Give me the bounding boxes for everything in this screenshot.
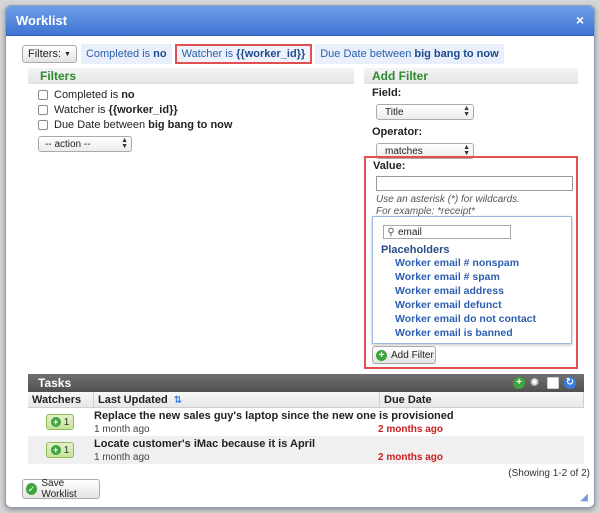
close-icon[interactable]: × bbox=[576, 12, 584, 28]
hint-line: Use an asterisk (*) for wildcards. bbox=[376, 194, 520, 205]
field-label: Field: bbox=[372, 87, 402, 99]
value-section: Value: Use an asterisk (*) for wildcards… bbox=[364, 156, 578, 369]
watch-button[interactable]: + 1 bbox=[46, 414, 74, 430]
filter-row-watcher[interactable]: Watcher is {{worker_id}} bbox=[28, 103, 354, 117]
operator-select-value: matches bbox=[385, 145, 423, 157]
dialog-titlebar: Worklist × bbox=[6, 6, 594, 36]
chip-value: big bang to now bbox=[414, 48, 499, 60]
table-row[interactable]: + 1 Locate customer's iMac because it is… bbox=[28, 436, 584, 464]
add-task-icon[interactable]: + bbox=[513, 377, 525, 389]
task-last-updated: 1 month ago bbox=[94, 424, 150, 435]
select-arrows-icon: ▲ ▼ bbox=[463, 105, 470, 118]
check-icon: ✓ bbox=[26, 483, 38, 495]
task-due-date: 2 months ago bbox=[378, 452, 444, 463]
sort-icon: ⇅ bbox=[173, 395, 183, 406]
search-icon: ⚲ bbox=[387, 226, 395, 238]
add-filter-label: Add Filter bbox=[391, 349, 434, 361]
placeholder-item[interactable]: Worker email do not contact bbox=[395, 312, 571, 326]
value-label: Value: bbox=[373, 160, 406, 172]
action-select[interactable]: -- action -- ▲ ▼ bbox=[38, 136, 132, 152]
add-filter-title: Add Filter bbox=[364, 68, 578, 84]
field-select-value: Title bbox=[385, 106, 404, 118]
dialog-title: Worklist bbox=[16, 13, 68, 28]
resize-handle-icon[interactable]: ◢ bbox=[580, 492, 588, 503]
columns-icon[interactable] bbox=[547, 377, 559, 389]
select-arrows-icon: ▲ ▼ bbox=[121, 137, 128, 150]
tasks-toolbar: + ✺ ↻ bbox=[513, 377, 576, 389]
filter-prefix: Due Date between bbox=[54, 119, 146, 131]
value-input[interactable] bbox=[376, 176, 573, 191]
plus-icon: + bbox=[50, 445, 61, 455]
task-last-updated: 1 month ago bbox=[94, 452, 150, 463]
filters-panel-title: Filters bbox=[28, 68, 354, 84]
task-title[interactable]: Replace the new sales guy's laptop since… bbox=[94, 410, 454, 422]
worklist-dialog: Worklist × Filters: ▼ Completed is no Wa… bbox=[5, 5, 595, 508]
chip-prefix: Completed is bbox=[85, 48, 151, 60]
chip-prefix: Watcher is bbox=[181, 48, 234, 60]
placeholder-item[interactable]: Worker email address bbox=[395, 284, 571, 298]
filters-menu-button[interactable]: Filters: ▼ bbox=[22, 45, 77, 63]
filters-panel: Filters Completed is no Watcher is {{wor… bbox=[28, 68, 354, 364]
filter-chip-completed[interactable]: Completed is no bbox=[80, 44, 172, 64]
refresh-icon[interactable]: ↻ bbox=[564, 377, 576, 389]
filter-chip-due-date[interactable]: Due Date between big bang to now bbox=[315, 44, 504, 64]
watch-button[interactable]: + 1 bbox=[46, 442, 74, 458]
placeholders-dropdown: ⚲ email Placeholders Worker email # nons… bbox=[372, 216, 572, 344]
search-value: email bbox=[398, 226, 422, 238]
filter-chip-watcher[interactable]: Watcher is {{worker_id}} bbox=[174, 44, 313, 64]
placeholder-search-input[interactable]: ⚲ email bbox=[383, 225, 511, 239]
field-select[interactable]: Title ▲ ▼ bbox=[376, 104, 474, 120]
watcher-count: 1 bbox=[63, 444, 70, 456]
save-worklist-label: Save Worklist bbox=[41, 478, 77, 500]
placeholder-item[interactable]: Worker email is banned bbox=[395, 326, 571, 340]
placeholders-title: Placeholders bbox=[381, 244, 450, 256]
filter-row-due-date[interactable]: Due Date between big bang to now bbox=[28, 118, 354, 132]
chip-value: {{worker_id}} bbox=[236, 48, 306, 60]
filter-checkbox[interactable] bbox=[38, 120, 48, 130]
chevron-down-icon: ▼ bbox=[64, 50, 71, 58]
add-filter-panel: Add Filter Field: Title ▲ ▼ Operator: mat… bbox=[364, 68, 578, 369]
filter-checkbox[interactable] bbox=[38, 105, 48, 115]
tasks-header: Tasks + ✺ ↻ bbox=[28, 374, 584, 392]
column-header-last-updated[interactable]: Last Updated ⇅ bbox=[94, 392, 380, 407]
wildcard-hint: Use an asterisk (*) for wildcards. For e… bbox=[376, 194, 576, 218]
filters-button-label: Filters: bbox=[28, 48, 61, 60]
action-select-value: -- action -- bbox=[45, 138, 91, 150]
chip-prefix: Due Date between bbox=[320, 48, 412, 60]
filter-checkbox[interactable] bbox=[38, 90, 48, 100]
filter-row-completed[interactable]: Completed is no bbox=[28, 88, 354, 102]
column-header-due-date[interactable]: Due Date bbox=[380, 392, 584, 407]
chip-value: no bbox=[153, 48, 167, 60]
task-due-date: 2 months ago bbox=[378, 424, 444, 435]
pagination-status: (Showing 1-2 of 2) bbox=[508, 468, 590, 479]
column-header-watchers[interactable]: Watchers bbox=[28, 392, 94, 407]
filter-value: big bang to now bbox=[148, 119, 233, 131]
plus-icon: + bbox=[50, 417, 61, 427]
save-worklist-button[interactable]: ✓ Save Worklist bbox=[22, 478, 100, 500]
placeholder-item[interactable]: Worker email defunct bbox=[395, 298, 571, 312]
add-filter-button[interactable]: + Add Filter bbox=[372, 346, 436, 364]
filter-prefix: Watcher is bbox=[54, 104, 106, 116]
tasks-column-headers: Watchers Last Updated ⇅ Due Date bbox=[28, 392, 584, 408]
filter-bar: Filters: ▼ Completed is no Watcher is {{… bbox=[22, 44, 507, 64]
plus-icon: + bbox=[376, 349, 387, 361]
column-header-label: Last Updated bbox=[98, 394, 168, 406]
task-title[interactable]: Locate customer's iMac because it is Apr… bbox=[94, 438, 315, 450]
table-row[interactable]: + 1 Replace the new sales guy's laptop s… bbox=[28, 408, 584, 436]
filter-prefix: Completed is bbox=[54, 89, 119, 101]
watcher-count: 1 bbox=[63, 416, 70, 428]
operator-label: Operator: bbox=[372, 126, 423, 138]
filter-value: {{worker_id}} bbox=[108, 104, 178, 116]
placeholder-item[interactable]: Worker email # spam bbox=[395, 270, 571, 284]
filter-value: no bbox=[121, 89, 135, 101]
gear-icon[interactable]: ✺ bbox=[530, 377, 542, 389]
placeholder-item[interactable]: Worker email # nonspam bbox=[395, 256, 571, 270]
tasks-section: Tasks + ✺ ↻ Watchers Last Updated ⇅ Due … bbox=[28, 374, 584, 474]
tasks-title: Tasks bbox=[38, 376, 72, 390]
